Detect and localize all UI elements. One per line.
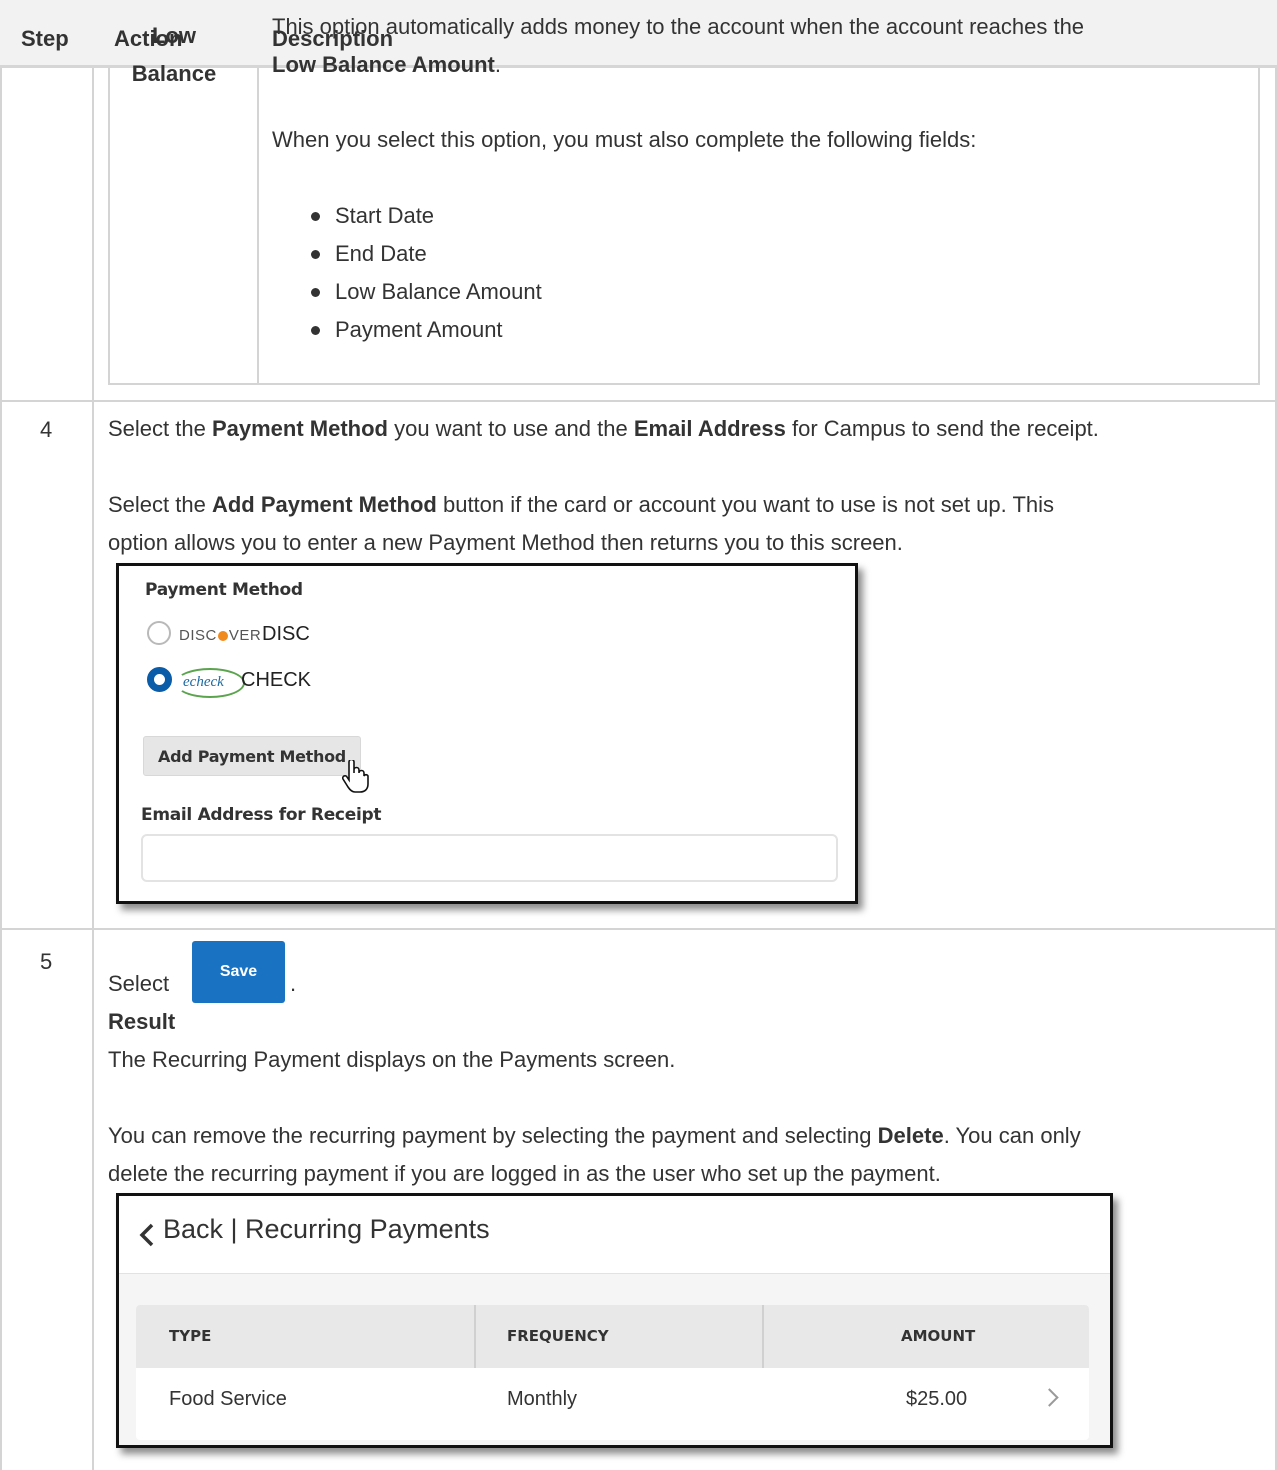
step4-paragraph-2: Select the Add Payment Method button if …: [108, 492, 1055, 517]
recurring-payments-table: TYPE FREQUENCY AMOUNT Food Service Month…: [136, 1305, 1089, 1440]
list-item: Payment Amount: [311, 311, 542, 349]
cell-amount[interactable]: $25.00: [906, 1388, 967, 1411]
column-divider: [474, 1305, 476, 1368]
result-text: The Recurring Payment displays on the Pa…: [108, 1047, 676, 1072]
step4-paragraph-1: Select the Payment Method you want to us…: [108, 416, 1099, 441]
required-fields-list: Start Date End Date Low Balance Amount P…: [311, 197, 542, 349]
option-name: Low Balance: [131, 23, 217, 86]
step4-paragraph-2-cont: option allows you to enter a new Payment…: [108, 530, 903, 555]
recurring-payments-title[interactable]: Back | Recurring Payments: [163, 1214, 490, 1245]
chevron-left-icon[interactable]: [139, 1223, 155, 1247]
table-column-divider: [92, 0, 94, 1470]
cell-frequency[interactable]: Monthly: [507, 1388, 577, 1411]
save-period: .: [290, 971, 297, 996]
step5-paragraph-2: You can remove the recurring payment by …: [108, 1123, 1081, 1148]
option-description-cont: Low Balance Amount.: [272, 52, 501, 77]
discover-logo-icon: DISC VER: [179, 627, 262, 644]
list-item: End Date: [311, 235, 542, 273]
add-payment-method-button[interactable]: Add Payment Method: [143, 736, 361, 776]
column-divider: [762, 1305, 764, 1368]
column-header-frequency: FREQUENCY: [507, 1327, 609, 1345]
table-header: TYPE FREQUENCY AMOUNT: [136, 1305, 1089, 1368]
email-address-input[interactable]: [141, 834, 838, 882]
table-left-border: [0, 0, 2, 1470]
list-item: Low Balance Amount: [311, 273, 542, 311]
save-button[interactable]: Save: [192, 941, 285, 1003]
select-text: Select: [108, 971, 170, 996]
step-number: 5: [40, 949, 53, 974]
recurring-payments-screenshot: Back | Recurring Payments TYPE FREQUENCY…: [116, 1193, 1113, 1448]
option-table-divider: [257, 68, 259, 383]
hand-cursor-icon: [341, 760, 369, 793]
payment-option-check: CHECK: [241, 669, 312, 691]
radio-echeck[interactable]: [147, 667, 172, 692]
row-divider: [0, 928, 1277, 930]
row-divider: [0, 400, 1277, 402]
email-address-label: Email Address for Receipt: [141, 805, 382, 825]
option-table: [108, 68, 1260, 385]
column-header-amount: AMOUNT: [901, 1327, 976, 1345]
recurring-payments-header: Back | Recurring Payments: [119, 1196, 1110, 1274]
step-number: 4: [40, 417, 53, 442]
cell-type[interactable]: Food Service: [169, 1388, 287, 1411]
result-label: Result: [108, 1009, 176, 1034]
echeck-logo-icon: echeck: [175, 668, 245, 698]
column-header-type: TYPE: [169, 1327, 212, 1345]
payment-option-disc: DISC: [262, 623, 310, 645]
header-step: Step: [21, 26, 69, 51]
option-description: This option automatically adds money to …: [272, 14, 1085, 39]
radio-discover[interactable]: [147, 621, 171, 645]
list-item: Start Date: [311, 197, 542, 235]
payment-method-screenshot: Payment Method DISC VER DISC echeck CHECK…: [116, 563, 858, 904]
payment-method-label: Payment Method: [145, 580, 303, 600]
step5-paragraph-2-cont: delete the recurring payment if you are …: [108, 1161, 941, 1186]
chevron-right-icon[interactable]: [1040, 1388, 1059, 1407]
fields-intro: When you select this option, you must al…: [272, 127, 977, 152]
